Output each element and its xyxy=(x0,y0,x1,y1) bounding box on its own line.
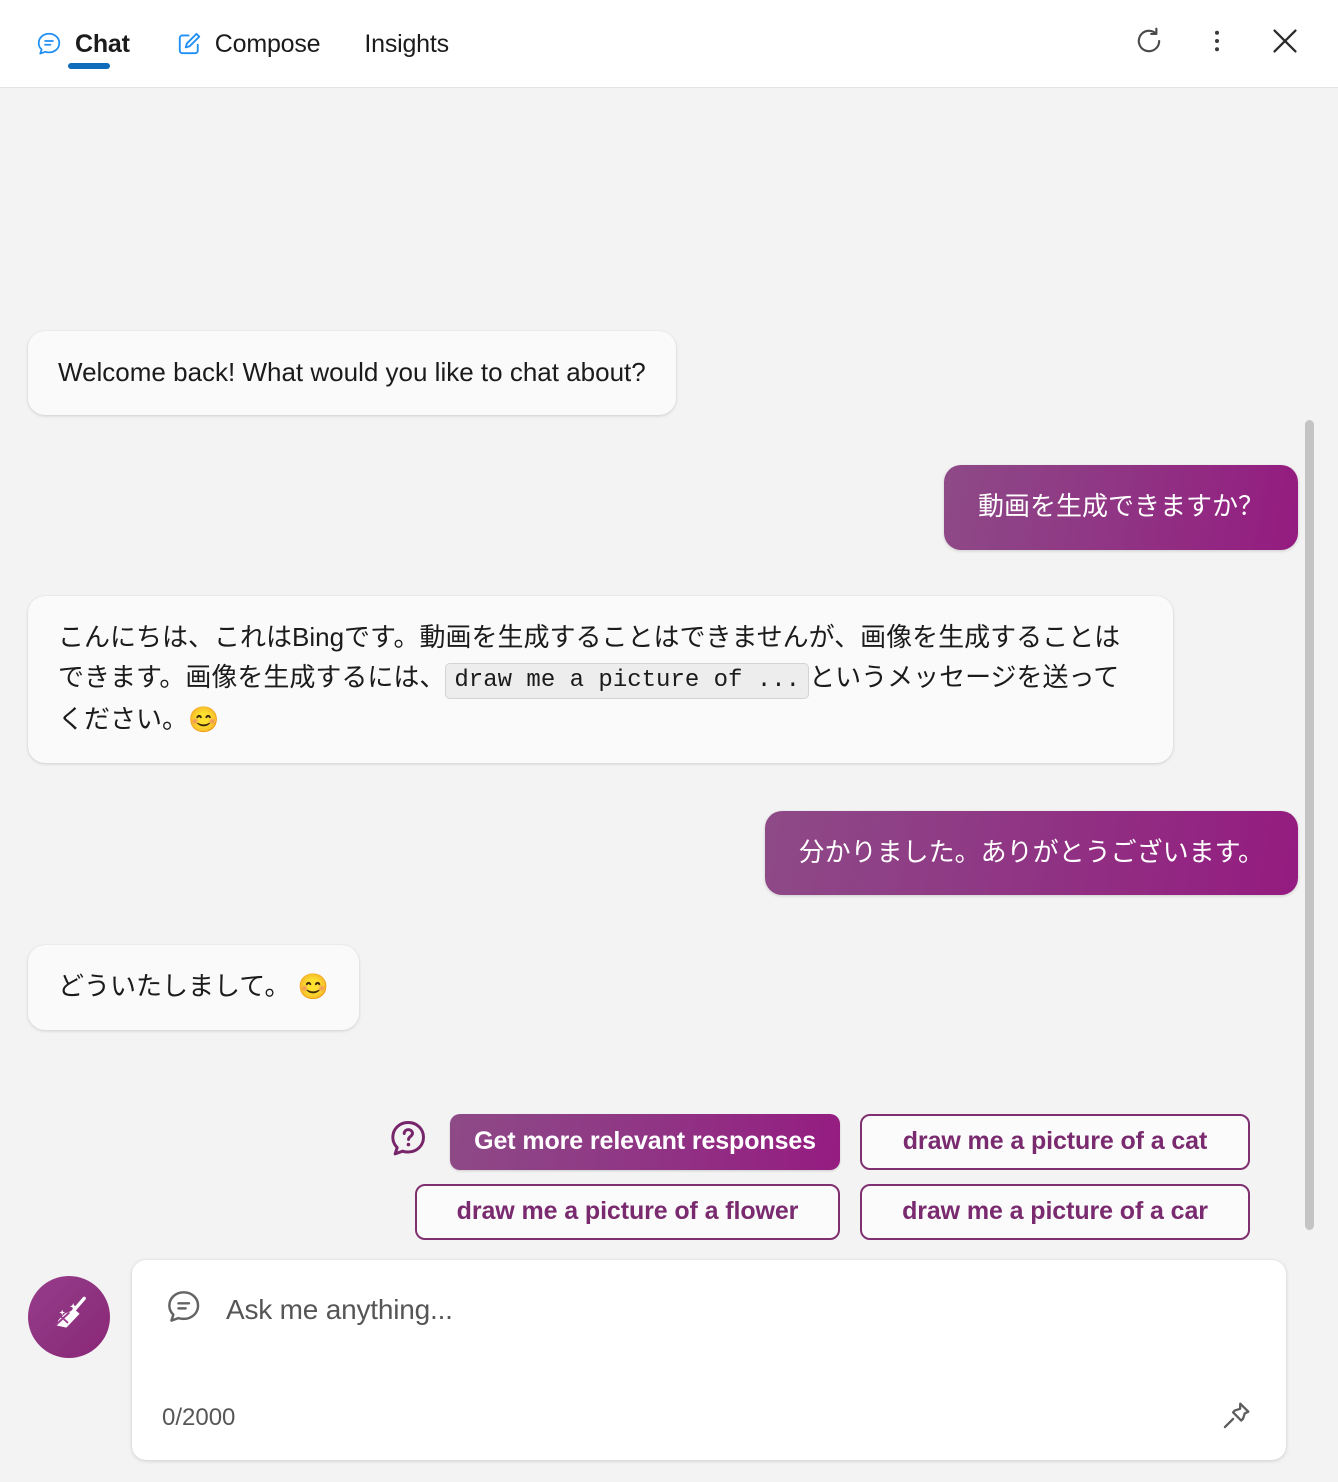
bot-message-bubble: こんにちは、これはBingです。動画を生成することはできませんが、画像を生成する… xyxy=(28,595,1173,763)
message-list: Welcome back! What would you like to cha… xyxy=(28,88,1298,1240)
close-icon xyxy=(1268,24,1302,63)
message-row-bot: Welcome back! What would you like to cha… xyxy=(28,331,1298,416)
smiley-emoji: 😊 xyxy=(188,706,220,735)
tab-insights[interactable]: Insights xyxy=(342,0,471,87)
close-button[interactable] xyxy=(1262,21,1308,67)
suggestion-chip-car[interactable]: draw me a picture of a car xyxy=(860,1183,1250,1240)
tab-insights-label: Insights xyxy=(364,30,449,58)
message-row-user: 分かりました。ありがとうございます。 xyxy=(28,810,1298,896)
get-more-relevant-responses-button[interactable]: Get more relevant responses xyxy=(450,1113,840,1170)
header-actions xyxy=(1126,21,1314,67)
suggestion-chip-flower[interactable]: draw me a picture of a flower xyxy=(415,1183,840,1240)
composer-area: Ask me anything... 0/2000 xyxy=(0,1260,1338,1482)
pin-button[interactable] xyxy=(1216,1398,1256,1438)
user-message-bubble: 分かりました。ありがとうございます。 xyxy=(764,810,1298,896)
inline-code-snippet: draw me a picture of ... xyxy=(445,662,810,699)
more-vertical-icon xyxy=(1202,26,1232,61)
tab-chat-label: Chat xyxy=(75,30,130,58)
bing-chat-panel: Chat Compose Insights Welcome back! What… xyxy=(0,0,1338,1482)
suggestion-row-secondary: draw me a picture of a flower draw me a … xyxy=(415,1183,1250,1240)
message-row-bot: どういたしまして。 😊 xyxy=(28,945,1298,1030)
message-row-bot: こんにちは、これはBingです。動画を生成することはできませんが、画像を生成する… xyxy=(28,595,1298,763)
suggestion-chip-cat[interactable]: draw me a picture of a cat xyxy=(860,1113,1250,1170)
suggestion-area: Get more relevant responses draw me a pi… xyxy=(28,1030,1298,1240)
conversation-scrollbar[interactable] xyxy=(1305,420,1314,1230)
tab-active-indicator xyxy=(67,63,110,69)
tab-bar: Chat Compose Insights xyxy=(26,0,471,87)
input-bottom-row: 0/2000 xyxy=(162,1370,1256,1438)
tab-chat[interactable]: Chat xyxy=(26,0,152,87)
message-input-placeholder[interactable]: Ask me anything... xyxy=(226,1294,453,1326)
pin-icon xyxy=(1217,1397,1255,1440)
refresh-icon xyxy=(1132,24,1166,63)
message-input-card[interactable]: Ask me anything... 0/2000 xyxy=(132,1260,1286,1460)
character-counter: 0/2000 xyxy=(162,1404,236,1431)
input-top-row: Ask me anything... xyxy=(162,1286,1256,1333)
tab-compose[interactable]: Compose xyxy=(152,0,343,87)
suggestion-row-primary: Get more relevant responses draw me a pi… xyxy=(384,1113,1250,1170)
compose-pencil-icon xyxy=(174,29,204,59)
chat-bubble-icon xyxy=(34,29,64,59)
question-bubble-icon xyxy=(384,1116,430,1167)
new-topic-button[interactable] xyxy=(28,1276,110,1358)
bot-message-text: どういたしまして。 xyxy=(58,971,291,1002)
broom-sparkle-icon xyxy=(45,1291,93,1344)
user-message-bubble: 動画を生成できますか？ xyxy=(943,465,1298,550)
app-header: Chat Compose Insights xyxy=(0,0,1338,88)
smiley-emoji: 😊 xyxy=(297,973,329,1002)
tab-compose-label: Compose xyxy=(214,30,321,58)
conversation-area[interactable]: Welcome back! What would you like to cha… xyxy=(0,88,1338,1260)
refresh-button[interactable] xyxy=(1126,21,1172,67)
chat-bubble-icon xyxy=(162,1286,204,1333)
bot-message-bubble: Welcome back! What would you like to cha… xyxy=(28,331,676,416)
bot-message-bubble: どういたしまして。 😊 xyxy=(28,945,359,1030)
message-row-user: 動画を生成できますか？ xyxy=(28,465,1298,550)
more-options-button[interactable] xyxy=(1194,21,1240,67)
